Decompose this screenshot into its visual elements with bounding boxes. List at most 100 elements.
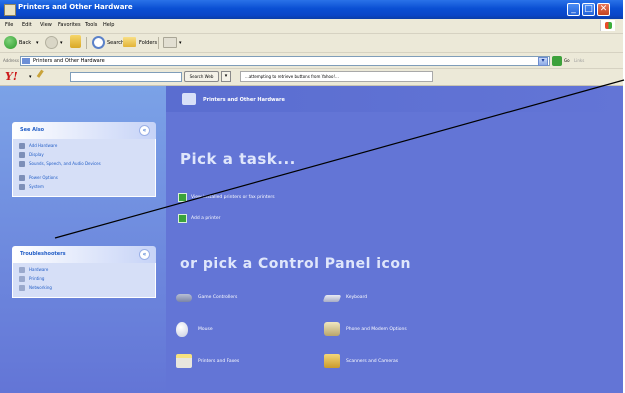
list-item-label: Networking	[29, 285, 52, 290]
task-arrow-icon	[178, 214, 187, 223]
toolbar-separator	[86, 37, 87, 49]
printer-hardware-icon	[182, 93, 196, 105]
task-arrow-icon	[178, 193, 187, 202]
troubleshooters-panel: Troubleshooters « Hardware Printing Netw…	[12, 246, 156, 298]
toolbar-separator	[158, 37, 159, 49]
printer-icon	[176, 354, 192, 368]
views-dropdown-icon[interactable]: ▾	[179, 40, 182, 46]
see-also-display[interactable]: Display	[19, 151, 155, 160]
search-icon[interactable]	[92, 36, 105, 49]
collapse-chevron-icon[interactable]: «	[139, 249, 150, 260]
folders-icon[interactable]	[123, 37, 136, 47]
cpl-label: Keyboard	[346, 295, 368, 300]
see-also-power-options[interactable]: Power Options	[19, 174, 155, 183]
cpl-label: Scanners and Cameras	[346, 359, 399, 364]
cpl-label: Phone and Modem Options	[346, 327, 407, 332]
gamepad-icon	[176, 294, 192, 302]
forward-dropdown-icon[interactable]: ▾	[60, 40, 63, 46]
back-dropdown-icon[interactable]: ▾	[36, 40, 39, 46]
standard-toolbar: Back ▾ ▾ Search Folders ▾	[0, 34, 623, 53]
see-also-header[interactable]: See Also «	[12, 122, 156, 139]
task-label: Add a printer	[191, 216, 221, 221]
folder-icon	[4, 4, 16, 16]
system-icon	[19, 184, 25, 190]
maximize-button[interactable]: □	[582, 3, 595, 16]
main-header-title: Printers and Other Hardware	[203, 97, 285, 103]
menu-bar: File Edit View Favorites Tools Help	[0, 19, 623, 34]
search-web-button[interactable]: Search Web	[184, 71, 219, 82]
menu-help[interactable]: Help	[103, 22, 114, 28]
menu-tools[interactable]: Tools	[85, 22, 97, 28]
see-also-list: Add Hardware Display Sounds, Speech, and…	[12, 139, 156, 197]
help-icon	[19, 285, 25, 291]
window-title: Printers and Other Hardware	[18, 3, 133, 11]
list-item-label: Display	[29, 152, 44, 157]
mouse-icon	[176, 322, 188, 337]
power-options-icon	[19, 175, 25, 181]
yahoo-status-text: ...attempting to retrieve buttons from Y…	[240, 71, 433, 82]
help-icon	[19, 267, 25, 273]
menu-edit[interactable]: Edit	[22, 22, 32, 28]
yahoo-dropdown-icon[interactable]: ▾	[29, 74, 32, 80]
list-item-label: Add Hardware	[29, 143, 58, 148]
see-also-panel: See Also « Add Hardware Display Sounds, …	[12, 122, 156, 197]
yahoo-logo-icon[interactable]: Y!	[5, 70, 18, 83]
troubleshooter-printing[interactable]: Printing	[19, 275, 155, 284]
see-also-system[interactable]: System	[19, 183, 155, 192]
address-value: Printers and Other Hardware	[33, 58, 105, 64]
pick-control-panel-icon-heading: or pick a Control Panel icon	[180, 256, 411, 272]
keyboard-icon	[322, 295, 342, 302]
back-arrow-icon[interactable]	[4, 36, 17, 49]
cpl-label: Printers and Faxes	[198, 359, 240, 364]
address-input[interactable]: Printers and Other Hardware	[20, 56, 550, 66]
main-pane: Printers and Other Hardware Pick a task.…	[166, 86, 623, 393]
help-icon	[19, 276, 25, 282]
go-button-label[interactable]: Go	[564, 58, 570, 63]
scanner-icon	[324, 354, 340, 368]
pick-a-task-heading: Pick a task...	[180, 150, 296, 168]
close-button[interactable]: ✕	[597, 3, 610, 16]
up-folder-icon[interactable]	[70, 35, 81, 48]
forward-arrow-icon[interactable]	[45, 36, 58, 49]
list-item-label: Sounds, Speech, and Audio Devices	[29, 161, 101, 166]
list-item-label: Printing	[29, 276, 45, 281]
back-button-label[interactable]: Back	[19, 40, 31, 46]
address-dropdown-icon[interactable]: ▾	[538, 57, 548, 66]
display-icon	[19, 152, 25, 158]
folders-button-label[interactable]: Folders	[139, 40, 157, 46]
search-button-label[interactable]: Search	[107, 40, 124, 46]
search-web-dropdown-icon[interactable]: ▾	[221, 71, 231, 82]
content-area: See Also « Add Hardware Display Sounds, …	[0, 86, 623, 393]
troubleshooter-hardware[interactable]: Hardware	[19, 266, 155, 275]
title-bar[interactable]: Printers and Other Hardware _ □ ✕	[0, 0, 623, 19]
menu-favorites[interactable]: Favorites	[58, 22, 81, 28]
troubleshooter-networking[interactable]: Networking	[19, 284, 155, 293]
list-item-label: Power Options	[29, 175, 58, 180]
troubleshooters-header[interactable]: Troubleshooters «	[12, 246, 156, 263]
go-arrow-icon[interactable]	[552, 56, 562, 66]
yahoo-search-input[interactable]	[70, 72, 182, 82]
sounds-icon	[19, 161, 25, 167]
main-header: Printers and Other Hardware	[166, 86, 623, 112]
menu-file[interactable]: File	[5, 22, 13, 28]
minimize-button[interactable]: _	[567, 3, 580, 16]
task-label: View installed printers or fax printers	[191, 195, 275, 200]
see-also-add-hardware[interactable]: Add Hardware	[19, 142, 155, 151]
see-also-title: See Also	[20, 127, 45, 133]
links-label[interactable]: Links	[574, 58, 584, 63]
troubleshooters-list: Hardware Printing Networking	[12, 263, 156, 298]
windows-logo-icon	[600, 20, 615, 31]
pencil-icon[interactable]	[36, 69, 51, 83]
list-item-label: Hardware	[29, 267, 49, 272]
address-bar: Address Printers and Other Hardware ▾ Go…	[0, 53, 623, 69]
views-icon[interactable]	[163, 37, 177, 48]
see-also-sounds[interactable]: Sounds, Speech, and Audio Devices	[19, 160, 155, 174]
control-panel-icon	[22, 58, 30, 64]
menu-view[interactable]: View	[40, 22, 52, 28]
list-item-label: System	[29, 184, 44, 189]
task-pane: See Also « Add Hardware Display Sounds, …	[0, 86, 166, 393]
explorer-window: Printers and Other Hardware _ □ ✕ File E…	[0, 0, 623, 393]
cpl-label: Game Controllers	[198, 295, 238, 300]
collapse-chevron-icon[interactable]: «	[139, 125, 150, 136]
address-label: Address	[3, 58, 19, 63]
